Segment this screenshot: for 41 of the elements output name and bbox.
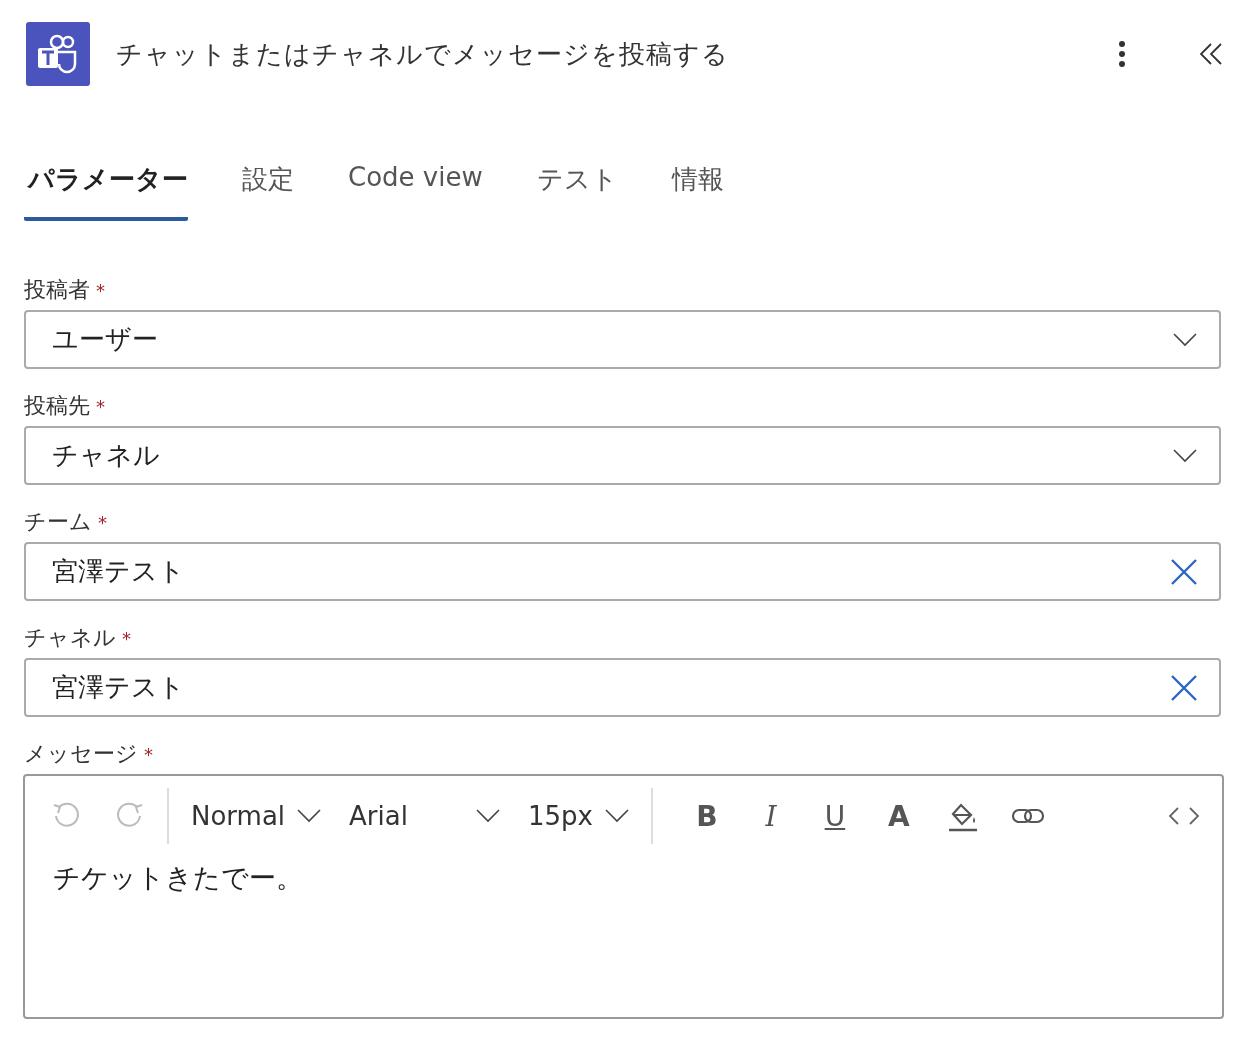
field-label: チャネル xyxy=(24,624,116,652)
paragraph-style-dropdown[interactable]: Normal xyxy=(191,801,322,831)
clear-icon[interactable] xyxy=(1171,674,1197,701)
font-color-button[interactable]: A xyxy=(866,799,931,833)
underline-button[interactable]: U xyxy=(802,799,867,833)
tab[interactable]: テスト xyxy=(532,162,618,221)
required-asterisk: * xyxy=(98,511,107,533)
chevron-down-icon xyxy=(297,809,322,823)
input-field[interactable]: 宮澤テスト xyxy=(24,658,1221,717)
more-options-icon[interactable] xyxy=(1118,40,1126,68)
field-label: メッセージ xyxy=(24,740,138,768)
clear-icon[interactable] xyxy=(1171,558,1197,585)
field-label: 投稿者 xyxy=(24,276,90,304)
dropdown[interactable]: ユーザー xyxy=(24,310,1221,369)
required-asterisk: * xyxy=(144,743,153,765)
required-asterisk: * xyxy=(96,279,105,301)
tab[interactable]: Code view xyxy=(344,162,483,216)
message-text: チケットきたでー。 xyxy=(52,861,304,895)
input-field[interactable]: 宮澤テスト xyxy=(24,542,1221,601)
field-label: チーム xyxy=(24,508,92,536)
action-title: チャットまたはチャネルでメッセージを投稿する xyxy=(116,37,730,71)
italic-button[interactable]: I xyxy=(738,799,803,833)
link-icon[interactable] xyxy=(1010,806,1045,826)
tab[interactable]: パラメーター xyxy=(24,162,188,221)
bold-button[interactable]: B xyxy=(674,799,739,833)
chevron-down-icon xyxy=(604,809,629,823)
font-size-dropdown[interactable]: 15px xyxy=(527,801,629,831)
rich-text-editor[interactable]: Normal Arial 15px B I U A チケットきたでー。 xyxy=(23,774,1224,1019)
chevron-down-icon xyxy=(1173,448,1197,463)
tab[interactable]: 設定 xyxy=(238,162,294,221)
chevron-down-icon xyxy=(1173,332,1197,347)
tab[interactable]: 情報 xyxy=(667,162,724,221)
chevron-down-icon xyxy=(475,809,500,823)
font-dropdown[interactable]: Arial xyxy=(349,801,500,831)
dropdown[interactable]: チャネル xyxy=(24,426,1221,485)
required-asterisk: * xyxy=(96,395,105,417)
field-label: 投稿先 xyxy=(24,392,90,420)
code-view-icon[interactable] xyxy=(1168,806,1200,826)
required-asterisk: * xyxy=(122,627,131,649)
teams-logo-icon xyxy=(26,22,90,86)
collapse-icon[interactable] xyxy=(1200,43,1222,65)
